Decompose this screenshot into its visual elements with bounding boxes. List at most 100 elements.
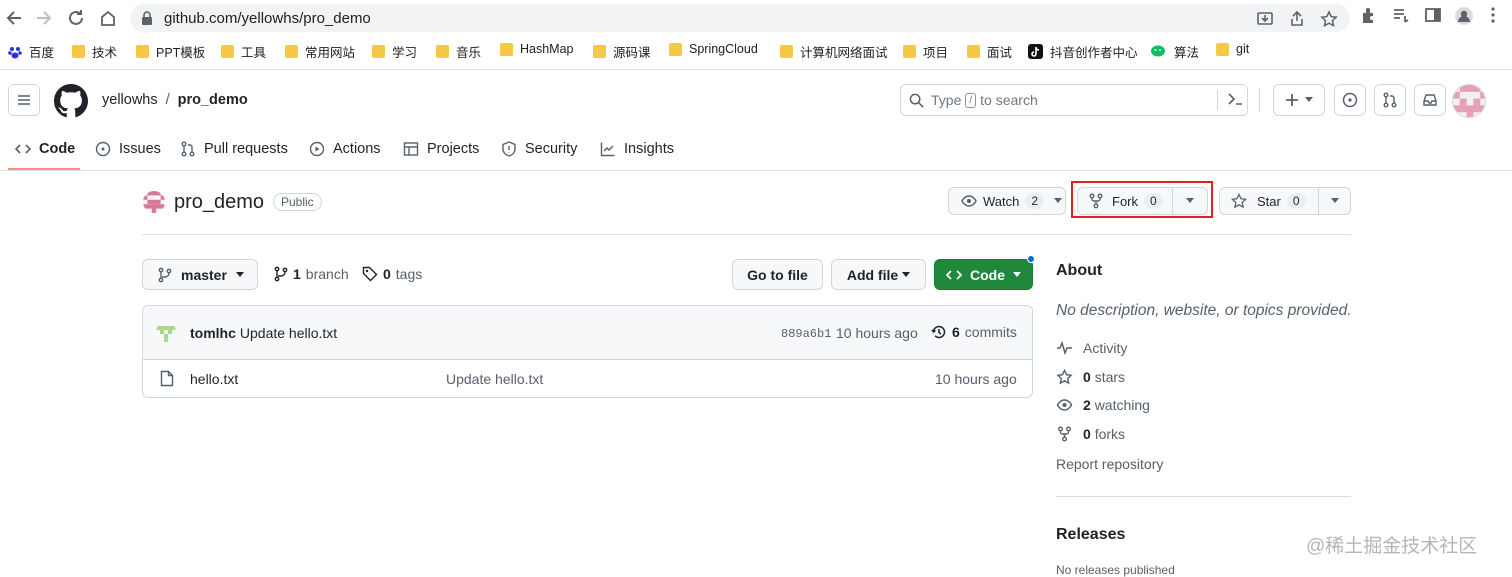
bookmark-item[interactable]: 计算机网络面试: [780, 42, 888, 61]
bookmark-item[interactable]: 面试: [967, 42, 1012, 61]
about-description: No description, website, or topics provi…: [1056, 302, 1352, 319]
file-commit-message[interactable]: Update hello.txt: [446, 371, 543, 387]
inbox-button[interactable]: [1414, 84, 1446, 116]
breadcrumb-owner[interactable]: yellowhs: [102, 92, 158, 108]
star-dropdown-button[interactable]: [1318, 187, 1351, 215]
install-app-icon[interactable]: [1256, 10, 1274, 28]
bookmark-label: HashMap: [520, 42, 574, 56]
bookmark-item[interactable]: 工具: [221, 42, 266, 61]
shield-icon: [502, 141, 516, 157]
folder-icon: [669, 42, 682, 56]
commit-author-avatar[interactable]: [156, 322, 176, 342]
star-icon: [1056, 369, 1073, 385]
git-branch-icon: [274, 266, 288, 282]
watch-button[interactable]: Watch 2: [948, 187, 1066, 215]
breadcrumb: yellowhs / pro_demo: [102, 92, 248, 108]
bookmark-star-icon[interactable]: [1320, 10, 1338, 28]
report-repository-link[interactable]: Report repository: [1056, 456, 1163, 472]
table-row[interactable]: hello.txt Update hello.txt 10 hours ago: [143, 360, 1032, 397]
commit-message[interactable]: Update hello.txt: [240, 325, 337, 341]
bookmark-item[interactable]: 项目: [903, 42, 948, 61]
caret-down-icon: [1013, 271, 1021, 277]
stars-word: stars: [1094, 369, 1126, 385]
bookmark-item[interactable]: HashMap: [500, 42, 574, 56]
graph-icon: [600, 142, 615, 157]
bookmark-item[interactable]: SpringCloud: [669, 42, 758, 56]
repo-title[interactable]: pro_demo: [174, 191, 264, 214]
add-file-label: Add file: [846, 266, 899, 283]
bookmark-item[interactable]: 抖音创作者中心: [1028, 42, 1138, 61]
tags-link[interactable]: 0 tags: [362, 266, 422, 282]
folder-icon: [1216, 42, 1229, 56]
profile-icon[interactable]: [1454, 6, 1474, 26]
tab-actions[interactable]: Actions: [309, 138, 381, 160]
commits-link[interactable]: 6 commits: [931, 324, 1017, 340]
stars-link[interactable]: 0 stars: [1056, 369, 1125, 385]
bookmark-item[interactable]: 源码课: [593, 42, 651, 61]
notification-dot: [1027, 255, 1035, 263]
caret-down-icon: [1330, 198, 1339, 203]
menu-icon[interactable]: [1484, 6, 1504, 26]
extensions-icon[interactable]: [1360, 6, 1380, 26]
watchers-link[interactable]: 2 watching: [1056, 397, 1150, 413]
bookmark-item[interactable]: 音乐: [436, 42, 481, 61]
bookmark-item[interactable]: 技术: [72, 42, 117, 61]
go-to-file-button[interactable]: Go to file: [732, 259, 823, 290]
star-button[interactable]: Star 0: [1219, 187, 1319, 215]
bookmark-label: 技术: [92, 46, 118, 60]
git-pull-request-icon: [181, 141, 195, 157]
branch-select-button[interactable]: master: [142, 259, 258, 290]
tab-code[interactable]: Code: [15, 138, 75, 160]
bookmark-label: 计算机网络面试: [800, 46, 888, 60]
code-button[interactable]: Code: [934, 259, 1033, 290]
command-palette-icon[interactable]: [1217, 90, 1244, 110]
reading-list-icon[interactable]: [1392, 6, 1412, 26]
tab-projects[interactable]: Projects: [403, 138, 479, 160]
hamburger-menu-button[interactable]: [8, 84, 40, 116]
tab-label: Security: [525, 141, 578, 157]
side-panel-icon[interactable]: [1424, 6, 1444, 26]
breadcrumb-repo[interactable]: pro_demo: [178, 92, 248, 108]
reload-icon[interactable]: [64, 6, 88, 30]
go-to-file-label: Go to file: [747, 266, 808, 283]
identicon-icon: [143, 191, 165, 213]
issue-circle-icon: [95, 141, 111, 157]
add-file-button[interactable]: Add file: [831, 259, 926, 290]
bookmark-item[interactable]: 学习: [372, 42, 417, 61]
share-icon[interactable]: [1288, 10, 1306, 28]
forks-count: 0: [1083, 426, 1091, 442]
create-new-button[interactable]: [1273, 84, 1325, 116]
divider: [1259, 88, 1260, 112]
avatar[interactable]: [1452, 84, 1486, 118]
tab-insights[interactable]: Insights: [600, 138, 674, 160]
back-icon[interactable]: [2, 6, 26, 30]
tab-security[interactable]: Security: [501, 138, 577, 160]
branches-link[interactable]: 1 branch: [274, 266, 349, 282]
file-name[interactable]: hello.txt: [190, 371, 238, 387]
pull-requests-button[interactable]: [1374, 84, 1406, 116]
home-icon[interactable]: [96, 6, 120, 30]
lock-icon: [140, 10, 158, 28]
search-shortcut-key: /: [965, 92, 977, 108]
bookmark-item[interactable]: git: [1216, 42, 1249, 56]
tab-issues[interactable]: Issues: [95, 138, 161, 160]
releases-title[interactable]: Releases: [1056, 526, 1125, 544]
forward-icon[interactable]: [32, 6, 56, 30]
github-logo-icon[interactable]: [54, 84, 88, 118]
file-browser: tomlhc Update hello.txt 889a6b1 10 hours…: [142, 305, 1033, 398]
search-input[interactable]: Type / to search: [900, 84, 1248, 116]
bookmark-item[interactable]: 算法: [1151, 42, 1199, 61]
issue-circle-icon: [1342, 92, 1358, 108]
bookmark-item[interactable]: 常用网站: [285, 42, 355, 61]
bookmark-item[interactable]: 百度: [8, 42, 54, 61]
address-bar[interactable]: github.com/yellowhs/pro_demo: [130, 4, 1350, 32]
bookmark-label: 面试: [987, 46, 1013, 60]
file-icon: [160, 370, 174, 387]
activity-link[interactable]: Activity: [1056, 340, 1127, 356]
commit-sha[interactable]: 889a6b1: [781, 327, 831, 341]
tab-pull-requests[interactable]: Pull requests: [180, 138, 288, 160]
issues-button[interactable]: [1334, 84, 1366, 116]
commit-author[interactable]: tomlhc: [190, 325, 236, 341]
bookmark-item[interactable]: PPT模板: [136, 42, 205, 61]
forks-link[interactable]: 0 forks: [1056, 426, 1125, 442]
